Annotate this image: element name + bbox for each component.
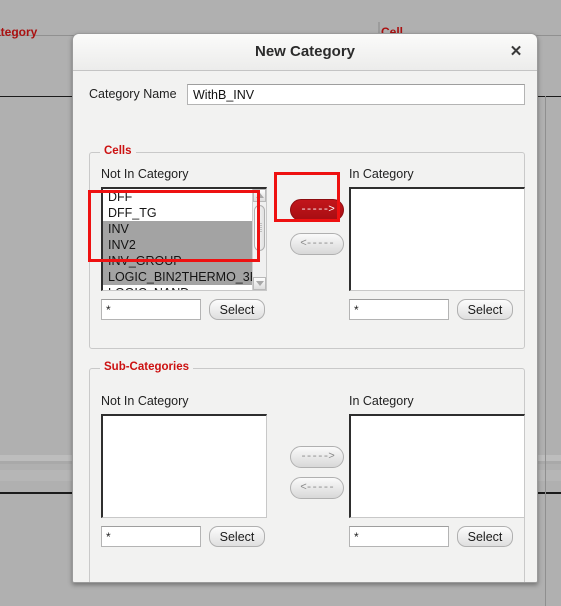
list-item[interactable]: LOGIC_BIN2THERMO_3BIT xyxy=(103,269,252,285)
list-item[interactable]: DFF_TG xyxy=(103,205,252,221)
subcategories-not-in-category-listbox[interactable] xyxy=(101,414,267,518)
close-icon[interactable]: ✕ xyxy=(507,43,525,61)
subcategories-groupbox: Sub-Categories Not In Category Select --… xyxy=(89,361,525,582)
scroll-up-icon[interactable] xyxy=(253,189,266,202)
background-panel-edge-right xyxy=(545,96,546,606)
list-item[interactable]: LOGIC_NAND xyxy=(103,285,252,290)
cells-in-category-listbox[interactable] xyxy=(349,187,525,291)
list-item[interactable]: DFF xyxy=(103,189,252,205)
cells-in-category-items[interactable] xyxy=(351,189,524,290)
background-divider-bottom-left xyxy=(0,492,72,494)
dialog-titlebar: New Category ✕ xyxy=(73,34,537,71)
cells-not-in-category-scrollbar[interactable] xyxy=(252,189,266,290)
list-item[interactable]: INV_GROUP xyxy=(103,253,252,269)
cells-in-category-filter-input[interactable] xyxy=(349,299,449,320)
subcategories-remove-from-category-button[interactable]: <----- xyxy=(290,477,344,499)
subcategories-in-category-items[interactable] xyxy=(351,416,524,517)
cells-not-in-category-listbox[interactable]: DFF DFF_TG INV INV2 INV_GROUP LOGIC_BIN2THERM… xyxy=(101,187,267,291)
background-group-label-category: ategory xyxy=(0,25,38,39)
background-divider-top-right xyxy=(538,96,561,97)
subcategories-not-in-category-select-button[interactable]: Select xyxy=(209,526,265,547)
subcategories-in-category-listbox[interactable] xyxy=(349,414,525,518)
category-name-input[interactable] xyxy=(187,84,525,105)
background-band-b xyxy=(0,461,72,464)
list-item[interactable]: INV xyxy=(103,221,252,237)
subcategories-not-in-category-items[interactable] xyxy=(103,416,266,517)
subcategories-add-to-category-button[interactable]: -----> xyxy=(290,446,344,468)
subcategories-in-category-select-button[interactable]: Select xyxy=(457,526,513,547)
cells-not-in-category-filter-input[interactable] xyxy=(101,299,201,320)
new-category-dialog: New Category ✕ Category Name Cells Not I… xyxy=(72,33,538,583)
background-band-c xyxy=(0,470,72,481)
cells-add-to-category-button[interactable]: -----> xyxy=(290,199,344,221)
scroll-down-icon[interactable] xyxy=(253,277,266,290)
background-divider-bottom-right xyxy=(538,492,561,494)
background-band-f xyxy=(538,470,561,481)
scrollbar-thumb[interactable] xyxy=(254,205,265,251)
subcategories-in-category-label: In Category xyxy=(349,394,414,408)
arrow-right-icon: -----> xyxy=(300,204,335,216)
arrow-right-icon: -----> xyxy=(300,451,335,463)
subcategories-not-in-category-label: Not In Category xyxy=(101,394,189,408)
category-name-label: Category Name xyxy=(89,87,177,101)
cells-groupbox: Cells Not In Category DFF DFF_TG INV INV2 IN… xyxy=(89,145,525,349)
dialog-title: New Category xyxy=(254,43,356,60)
cells-remove-from-category-button[interactable]: <----- xyxy=(290,233,344,255)
subcategories-in-category-filter-input[interactable] xyxy=(349,526,449,547)
background-divider-top-left xyxy=(0,96,72,97)
cells-group-title: Cells xyxy=(100,145,136,157)
category-name-row: Category Name xyxy=(89,84,525,106)
arrow-left-icon: <----- xyxy=(300,482,335,494)
cells-not-in-category-label: Not In Category xyxy=(101,167,189,181)
subcategories-group-title: Sub-Categories xyxy=(100,361,193,373)
subcategories-not-in-category-filter-input[interactable] xyxy=(101,526,201,547)
list-item[interactable]: INV2 xyxy=(103,237,252,253)
cells-not-in-category-items[interactable]: DFF DFF_TG INV INV2 INV_GROUP LOGIC_BIN2THERM… xyxy=(103,189,252,290)
cells-not-in-category-select-button[interactable]: Select xyxy=(209,299,265,320)
arrow-left-icon: <----- xyxy=(300,238,335,250)
cells-in-category-label: In Category xyxy=(349,167,414,181)
background-band-e xyxy=(538,461,561,464)
cells-in-category-select-button[interactable]: Select xyxy=(457,299,513,320)
